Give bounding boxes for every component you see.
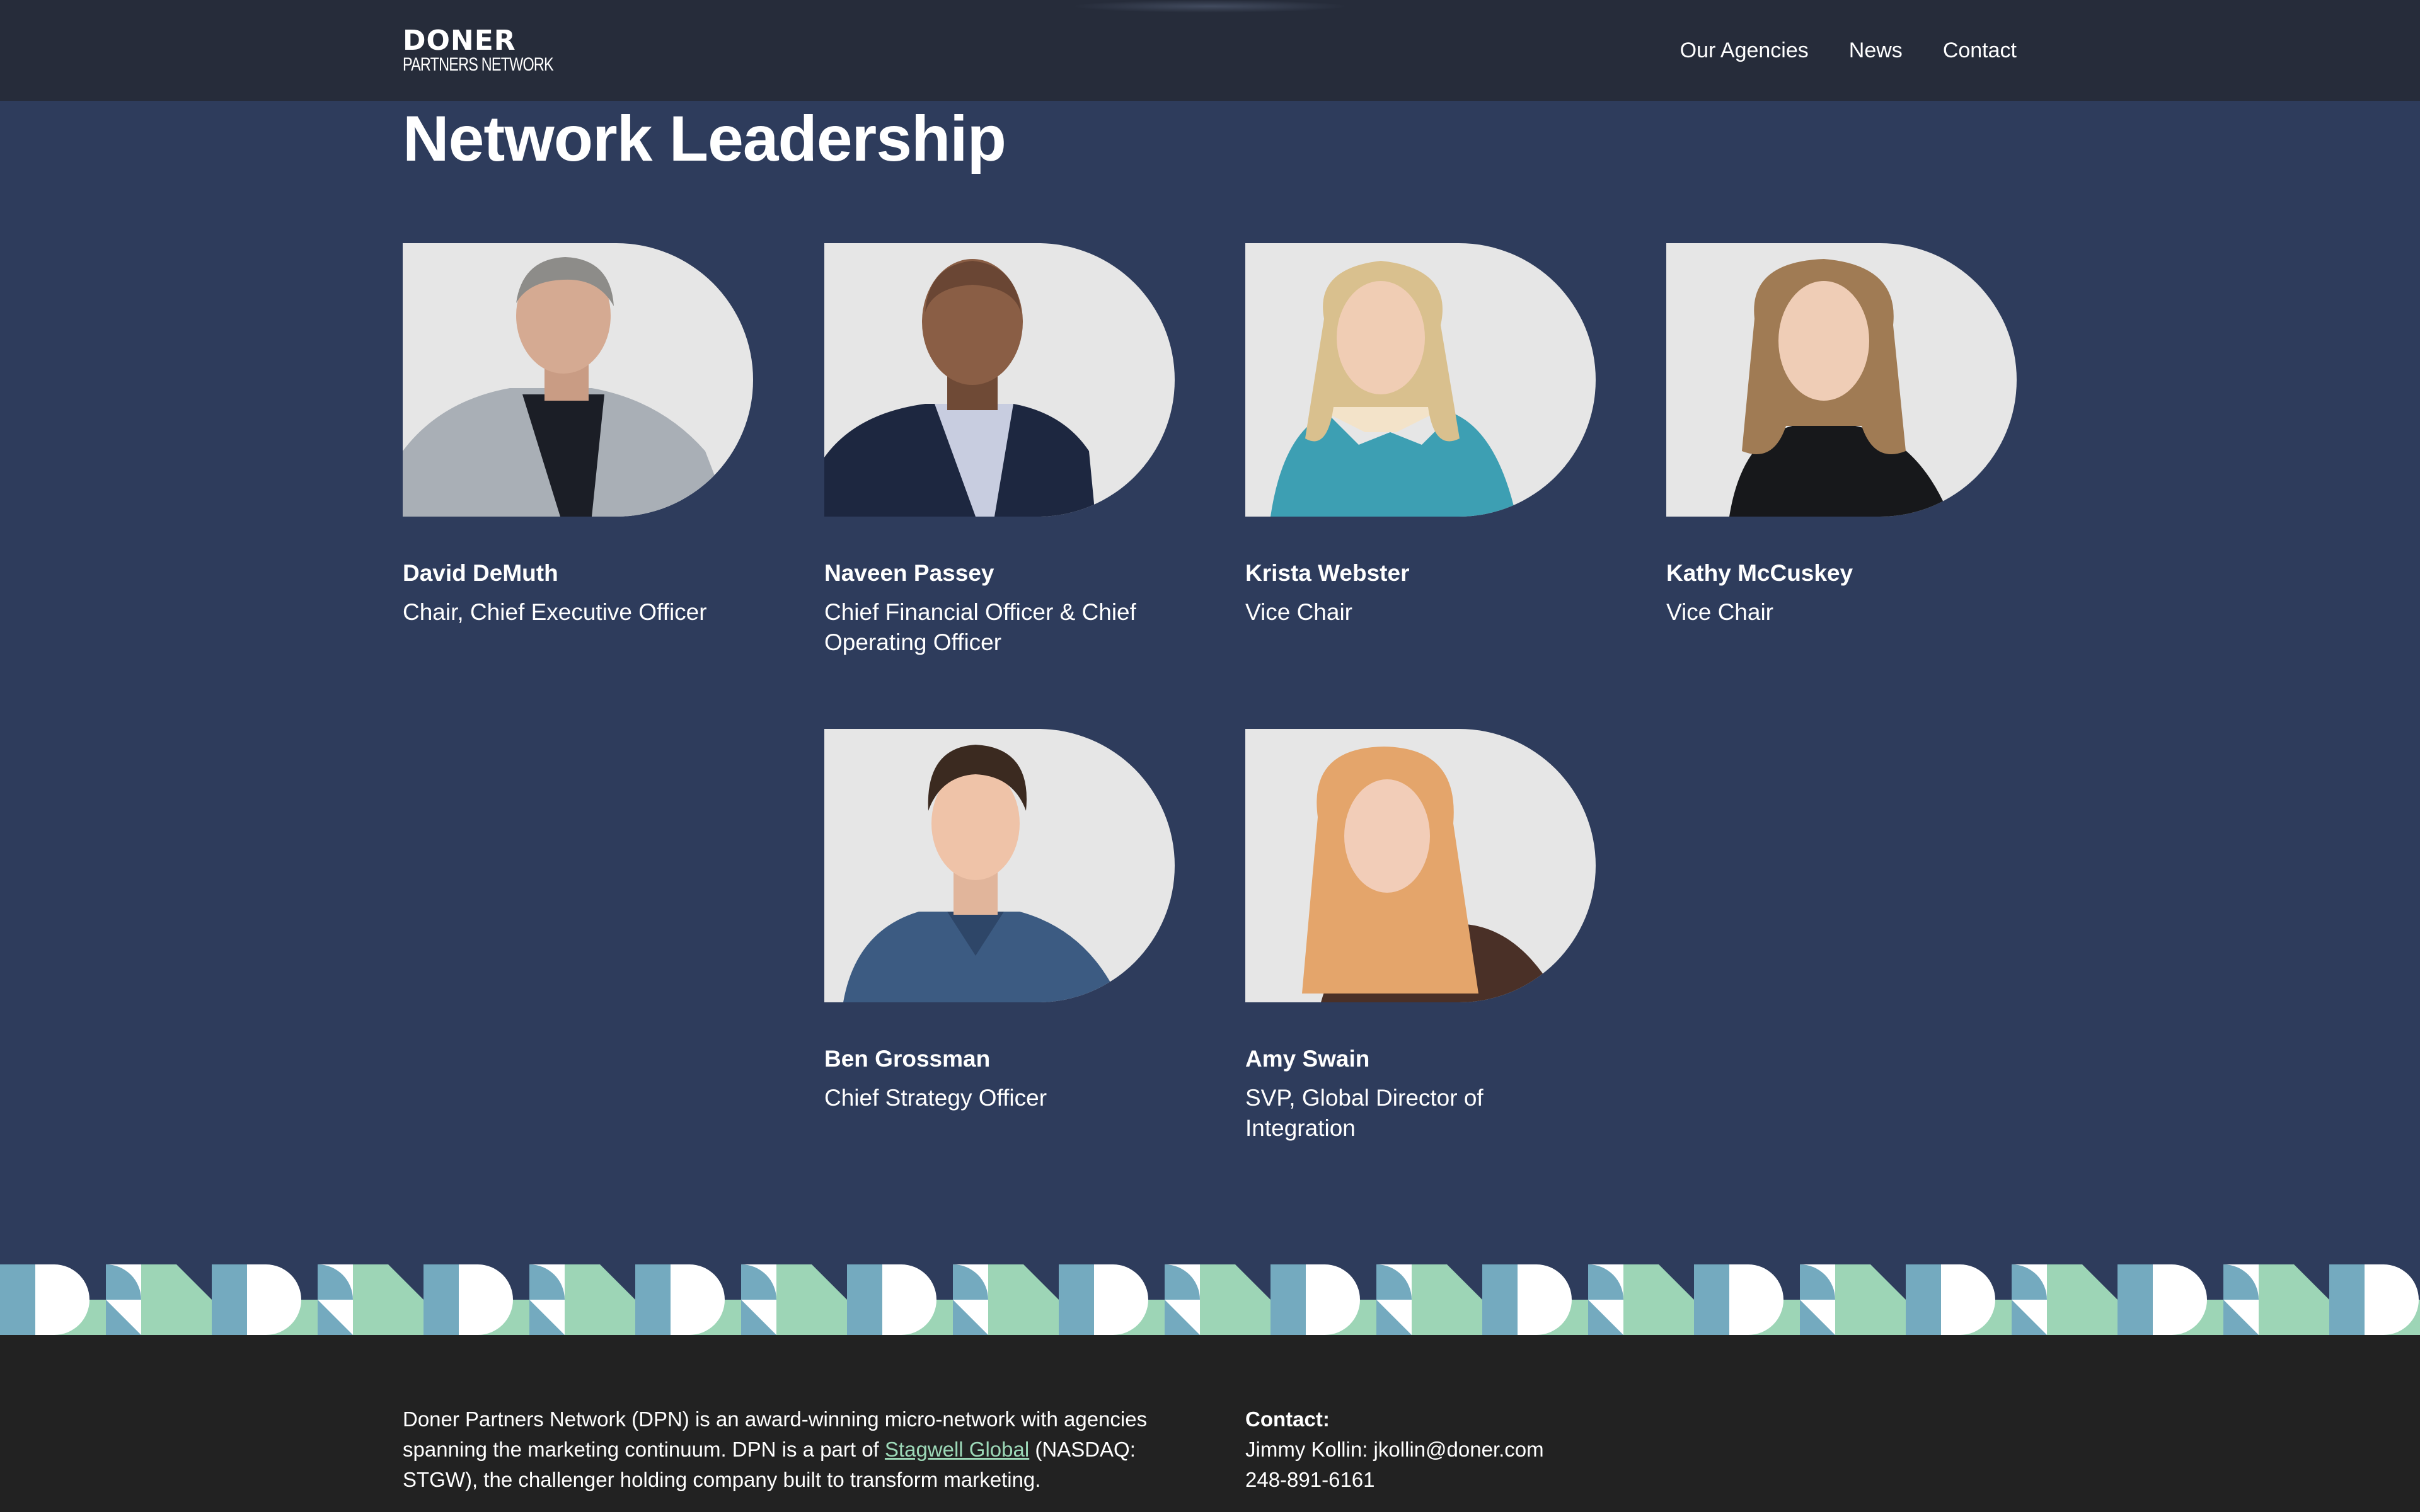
leader-role: Chief Strategy Officer: [824, 1085, 1047, 1111]
person-portrait: [824, 259, 1095, 517]
leader-card[interactable]: Amy Swain SVP, Global Director of Integr…: [1245, 729, 1598, 1143]
person-portrait: [843, 745, 1121, 1002]
person-portrait: [1302, 747, 1560, 1002]
pattern-shape: [212, 1264, 247, 1335]
leader-role: Chief Financial Officer & Chief Operatin…: [824, 599, 1136, 655]
leader-photo: [824, 729, 1175, 1002]
leader-role: SVP, Global Director of Integration: [1245, 1085, 1484, 1141]
leader-name: Krista Webster: [1245, 560, 1410, 586]
leader-name: Ben Grossman: [824, 1046, 991, 1072]
leader-photo: [1245, 243, 1596, 517]
leader-photo: [1245, 729, 1596, 1002]
contact-email[interactable]: Jimmy Kollin: jkollin@doner.com: [1245, 1435, 1544, 1465]
contact-phone[interactable]: 248-891-6161: [1245, 1465, 1544, 1495]
pattern-shape: [0, 1264, 35, 1335]
person-portrait: [1729, 259, 1950, 517]
pattern-shape: [1906, 1264, 1941, 1335]
pattern-shape: [2118, 1264, 2153, 1335]
contact-title: Contact:: [1245, 1407, 1330, 1431]
leader-name: David DeMuth: [403, 560, 558, 586]
leader-card[interactable]: Kathy McCuskey Vice Chair: [1666, 243, 2019, 627]
leader-role: Chair, Chief Executive Officer: [403, 599, 707, 625]
leader-photo: [1666, 243, 2017, 517]
nav-contact[interactable]: Contact: [1943, 32, 2017, 69]
pattern-shape: [635, 1264, 671, 1335]
nav-our-agencies[interactable]: Our Agencies: [1680, 32, 1809, 69]
leader-role: Vice Chair: [1666, 599, 1774, 625]
doner-logo[interactable]: DONER PARTNERS NETWORK: [403, 25, 554, 77]
leader-card[interactable]: Naveen Passey Chief Financial Officer & …: [824, 243, 1177, 658]
stagwell-global-link[interactable]: Stagwell Global: [885, 1438, 1029, 1461]
person-portrait: [1270, 261, 1516, 517]
pattern-shape: [847, 1264, 882, 1335]
leader-card[interactable]: Ben Grossman Chief Strategy Officer: [824, 729, 1177, 1113]
leader-name: Kathy McCuskey: [1666, 560, 1853, 586]
pattern-shape: [2329, 1264, 2365, 1335]
main-nav: Our Agencies News Contact: [1680, 32, 2017, 69]
contact-block: Contact: Jimmy Kollin: jkollin@doner.com…: [1245, 1404, 1544, 1495]
leader-name: Naveen Passey: [824, 560, 994, 586]
site-footer: Doner Partners Network (DPN) is an award…: [0, 1335, 2420, 1512]
leader-photo: [824, 243, 1175, 517]
logo-subtitle: PARTNERS NETWORK: [403, 54, 554, 75]
person-portrait: [403, 257, 730, 517]
pattern-shape: [1270, 1264, 1306, 1335]
logo-wordmark: DONER: [403, 25, 516, 57]
leader-name: Amy Swain: [1245, 1046, 1370, 1072]
leader-card[interactable]: Krista Webster Vice Chair: [1245, 243, 1598, 627]
page-title: Network Leadership: [403, 103, 1006, 175]
leader-role: Vice Chair: [1245, 599, 1353, 625]
pattern-shape: [1694, 1264, 1729, 1335]
leader-photo: [403, 243, 753, 517]
header-glow: [1071, 0, 1349, 13]
nav-news[interactable]: News: [1849, 32, 1903, 69]
decorative-pattern-band: [0, 1264, 2420, 1335]
site-header: DONER PARTNERS NETWORK Our Agencies News…: [0, 0, 2420, 101]
pattern-shape: [1059, 1264, 1094, 1335]
pattern-shape: [424, 1264, 459, 1335]
leader-card[interactable]: David DeMuth Chair, Chief Executive Offi…: [403, 243, 756, 627]
pattern-shape: [1482, 1264, 1518, 1335]
about-text: Doner Partners Network (DPN) is an award…: [403, 1404, 1172, 1495]
